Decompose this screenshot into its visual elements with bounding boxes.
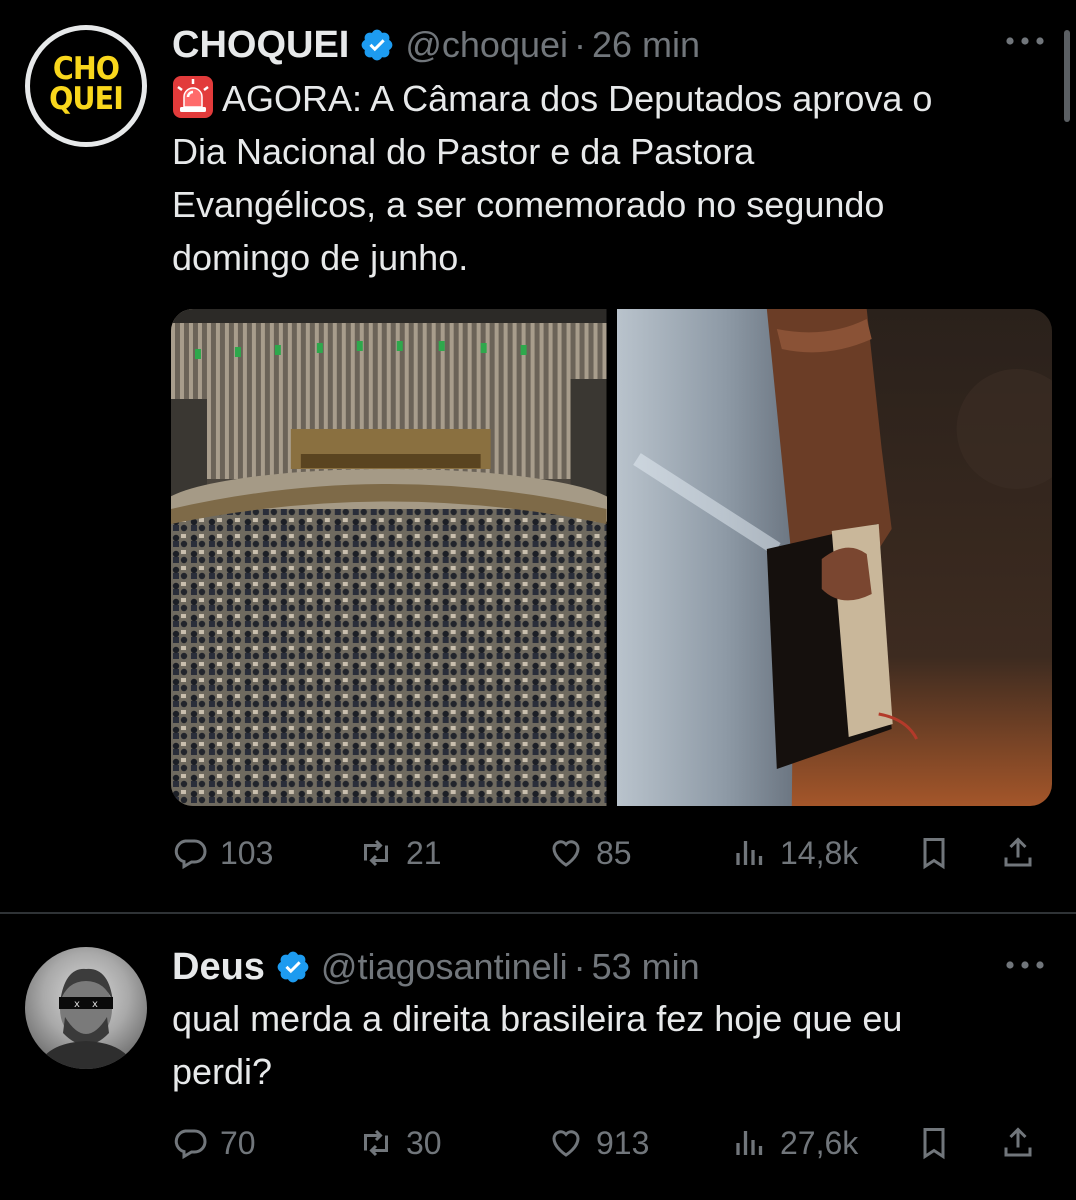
like-button[interactable]: 913 — [548, 1118, 649, 1168]
like-button[interactable]: 85 — [548, 828, 632, 878]
reply-icon — [174, 839, 207, 870]
author-name[interactable]: Deus — [172, 946, 265, 989]
bookmark-button[interactable] — [916, 1118, 964, 1168]
like-count: 913 — [596, 1124, 650, 1161]
more-options-icon[interactable] — [1004, 34, 1046, 48]
tweet-choquei[interactable]: CHO QUEI CHOQUEI @choquei · 26 min AGORA:… — [0, 0, 1076, 914]
share-button[interactable] — [1000, 1118, 1048, 1168]
views-button[interactable]: 27,6k — [732, 1118, 858, 1168]
choquei-logo: CHO QUEI — [49, 51, 124, 117]
reply-count: 103 — [220, 834, 274, 871]
heart-icon — [552, 840, 580, 867]
reply-button[interactable]: 103 — [172, 828, 273, 878]
heart-icon — [552, 1130, 580, 1157]
retweet-button[interactable]: 30 — [358, 1118, 442, 1168]
views-button[interactable]: 14,8k — [732, 828, 858, 878]
author-handle[interactable]: @choquei — [405, 24, 568, 66]
views-count: 14,8k — [780, 834, 859, 871]
share-button[interactable] — [1000, 828, 1048, 878]
share-icon — [1004, 1127, 1032, 1157]
retweet-icon — [364, 1129, 388, 1157]
rotating-light-icon — [173, 76, 213, 118]
reply-button[interactable]: 70 — [172, 1118, 256, 1168]
text-line-4: domingo de junho. — [172, 237, 469, 278]
chamber-of-deputies-photo[interactable] — [171, 309, 607, 806]
timestamp[interactable]: 26 min — [592, 24, 700, 66]
separator-dot: · — [573, 946, 586, 987]
bookmark-icon — [923, 838, 945, 870]
text-line-1: qual merda a direita brasileira fez hoje… — [172, 998, 903, 1039]
tweet-text: AGORA: A Câmara dos Deputados aprova o D… — [172, 72, 1052, 284]
reply-count: 70 — [220, 1124, 256, 1161]
tweet-header: Deus @tiagosantineli · 53 min — [172, 946, 700, 988]
retweet-count: 21 — [406, 834, 442, 871]
verified-badge-icon — [361, 29, 393, 61]
tweet-text: qual merda a direita brasileira fez hoje… — [172, 992, 1052, 1098]
views-chart-icon — [736, 841, 763, 865]
separator-dot: · — [574, 24, 587, 65]
views-chart-icon — [736, 1131, 763, 1155]
share-icon — [1004, 837, 1032, 867]
tweet-deus[interactable]: x x Deus @tiagosantineli · 53 min qual m… — [0, 914, 1076, 1200]
views-count: 27,6k — [780, 1124, 859, 1161]
bookmark-icon — [923, 1128, 945, 1160]
hand-holding-bible-photo[interactable] — [616, 309, 1052, 806]
text-line-1: AGORA: A Câmara dos Deputados aprova o — [172, 72, 1052, 125]
scrollbar[interactable] — [1064, 30, 1070, 122]
author-name[interactable]: CHOQUEI — [172, 24, 349, 67]
verified-badge-icon — [277, 951, 309, 983]
tweet-media[interactable] — [171, 309, 1052, 806]
retweet-icon — [364, 839, 388, 867]
retweet-button[interactable]: 21 — [358, 828, 442, 878]
avatar-deus[interactable]: x x — [25, 947, 147, 1069]
svg-text:x: x — [92, 999, 98, 1010]
svg-text:x: x — [74, 999, 80, 1010]
timestamp[interactable]: 53 min — [592, 946, 700, 988]
reply-icon — [174, 1129, 207, 1160]
text-line-3: Evangélicos, a ser comemorado no segundo — [172, 184, 885, 225]
text-line-2: perdi? — [172, 1051, 273, 1092]
tweet-actions: 70 30 913 27,6k — [172, 1118, 1052, 1168]
profile-photo: x x — [37, 968, 135, 1069]
retweet-count: 30 — [406, 1124, 442, 1161]
tweet-header: CHOQUEI @choquei · 26 min — [172, 24, 700, 66]
text-line-2: Dia Nacional do Pastor e da Pastora — [172, 131, 755, 172]
avatar-choquei[interactable]: CHO QUEI — [25, 25, 147, 147]
tweet-actions: 103 21 85 14,8k — [172, 828, 1052, 878]
more-options-icon[interactable] — [1004, 958, 1046, 972]
author-handle[interactable]: @tiagosantineli — [321, 946, 568, 988]
like-count: 85 — [596, 834, 632, 871]
bookmark-button[interactable] — [916, 828, 964, 878]
